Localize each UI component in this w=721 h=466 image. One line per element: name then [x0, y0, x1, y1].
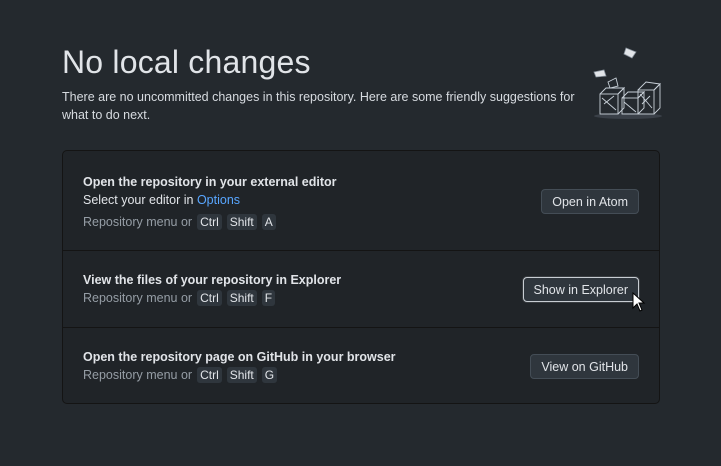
kbd-a: A	[261, 214, 276, 230]
empty-boxes-illustration-icon	[593, 47, 662, 119]
page-subtitle: There are no uncommitted changes in this…	[62, 90, 575, 122]
kbd-ctrl: Ctrl	[197, 367, 222, 383]
options-link[interactable]: Options	[197, 193, 240, 207]
view-on-github-shortcut: Repository menu or Ctrl Shift G	[83, 366, 396, 384]
show-in-explorer-shortcut: Repository menu or Ctrl Shift F	[83, 289, 341, 307]
no-changes-view: No local changes There are no uncommitte…	[0, 0, 721, 466]
show-in-explorer-row: View the files of your repository in Exp…	[63, 251, 659, 328]
editor-hint: Select your editor in Options	[83, 191, 337, 209]
show-in-explorer-button[interactable]: Show in Explorer	[522, 277, 639, 302]
shortcut-prefix: Repository menu or	[83, 291, 193, 305]
editor-hint-prefix: Select your editor in	[83, 193, 197, 207]
kbd-ctrl: Ctrl	[197, 290, 222, 306]
show-in-explorer-title: View the files of your repository in Exp…	[83, 273, 342, 287]
kbd-shift: Shift	[226, 214, 257, 230]
kbd-f: F	[261, 290, 276, 306]
suggestions-card: Open the repository in your external edi…	[62, 150, 660, 404]
open-in-atom-button[interactable]: Open in Atom	[541, 189, 639, 214]
shortcut-prefix: Repository menu or	[83, 368, 193, 382]
open-in-editor-title: Open the repository in your external edi…	[83, 175, 337, 189]
page-title: No local changes	[62, 44, 311, 80]
view-on-github-text: Open the repository page on GitHub in yo…	[83, 348, 396, 384]
open-in-editor-row: Open the repository in your external edi…	[63, 151, 659, 251]
kbd-ctrl: Ctrl	[197, 214, 222, 230]
open-in-editor-text: Open the repository in your external edi…	[83, 173, 337, 231]
kbd-shift: Shift	[226, 290, 257, 306]
header: No local changes There are no uncommitte…	[62, 40, 582, 124]
view-on-github-row: Open the repository page on GitHub in yo…	[63, 328, 659, 405]
view-on-github-button[interactable]: View on GitHub	[530, 354, 639, 379]
open-in-editor-shortcut: Repository menu or Ctrl Shift A	[83, 213, 337, 231]
mouse-pointer-icon	[632, 292, 646, 312]
shortcut-prefix: Repository menu or	[83, 215, 193, 229]
kbd-shift: Shift	[226, 367, 257, 383]
view-on-github-title: Open the repository page on GitHub in yo…	[83, 350, 396, 364]
kbd-g: G	[261, 367, 278, 383]
show-in-explorer-text: View the files of your repository in Exp…	[83, 271, 341, 307]
